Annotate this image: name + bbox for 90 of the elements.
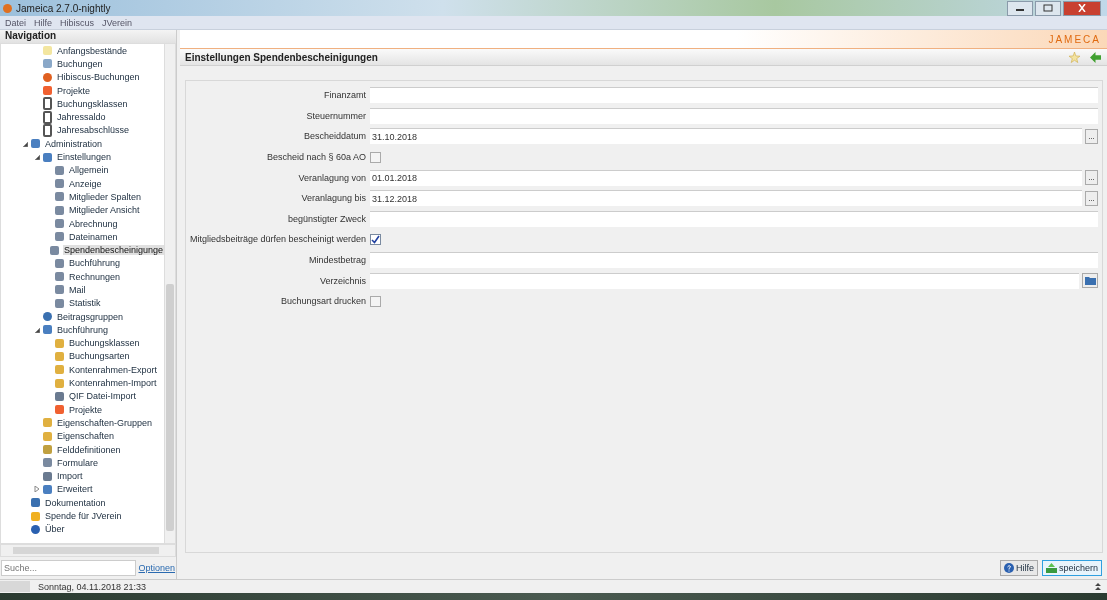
expand-icon[interactable] xyxy=(1095,583,1101,590)
field-label: Bescheiddatum xyxy=(302,131,367,142)
minimize-button[interactable] xyxy=(1007,0,1033,16)
collapse-arrow-icon[interactable] xyxy=(33,325,41,334)
tree-item[interactable]: Kontenrahmen-Export xyxy=(68,364,159,375)
field-label: begünstigter Zweck xyxy=(286,213,367,224)
tree-item[interactable]: Spende für JVerein xyxy=(44,511,123,522)
tree-item[interactable]: Abrechnung xyxy=(68,218,119,229)
input-field[interactable] xyxy=(370,252,1098,269)
input-field[interactable]: 31.10.2018 xyxy=(370,128,1082,145)
tree-item[interactable]: Eigenschaften xyxy=(56,431,116,442)
tree-item[interactable]: Jahressaldo xyxy=(56,112,107,123)
tree-item[interactable]: Rechnungen xyxy=(68,271,122,282)
input-field[interactable] xyxy=(370,272,1079,289)
close-button[interactable] xyxy=(1063,0,1101,16)
input-field[interactable] xyxy=(370,107,1098,124)
field-label: Bescheid nach § 60a AO xyxy=(265,152,367,163)
menu-item[interactable]: Hilfe xyxy=(34,17,53,28)
tree-item[interactable]: Dokumentation xyxy=(44,497,107,508)
input-field[interactable]: 31.12.2018 xyxy=(370,190,1082,207)
back-arrow-icon[interactable] xyxy=(1090,51,1101,63)
menu-item[interactable]: JVerein xyxy=(102,17,133,28)
vertical-scrollbar[interactable] xyxy=(164,44,175,543)
window-title: Jameica 2.7.0-nightly xyxy=(16,2,111,14)
tree-item[interactable]: Mail xyxy=(68,285,87,295)
tree-item[interactable]: Über xyxy=(44,524,66,535)
logo: JAMECA xyxy=(1048,33,1102,45)
tree-item[interactable]: Anzeige xyxy=(68,178,103,189)
input-field[interactable] xyxy=(370,87,1098,104)
field-label: Veranlagung bis xyxy=(300,193,367,204)
expand-arrow-icon[interactable] xyxy=(33,485,41,494)
input-field[interactable]: 01.01.2018 xyxy=(370,169,1082,186)
tree-item[interactable]: Formulare xyxy=(56,457,99,468)
maximize-icon xyxy=(1043,4,1053,12)
tree-item[interactable]: Eigenschaften-Gruppen xyxy=(56,417,154,428)
tree-item[interactable]: Import xyxy=(56,471,84,482)
tree-item[interactable]: Mitglieder Spalten xyxy=(68,191,143,202)
options-link[interactable]: Optionen xyxy=(138,563,175,573)
tree-item[interactable]: Jahresabschlüsse xyxy=(56,125,131,136)
tree-item[interactable]: Spendenbescheinigunge xyxy=(62,245,164,256)
panel-title: Einstellungen Spendenbescheinigungen xyxy=(185,51,378,63)
tree-item[interactable]: Projekte xyxy=(56,85,92,96)
tree-item[interactable]: Buchungsarten xyxy=(68,351,131,362)
horizontal-scrollbar[interactable] xyxy=(0,544,176,557)
app-icon xyxy=(3,3,12,13)
tree-item[interactable]: Buchungsklassen xyxy=(56,98,129,109)
tree-item[interactable]: Erweitert xyxy=(56,484,94,495)
field-label: Mindestbetrag xyxy=(307,255,367,266)
field-label: Buchungsart drucken xyxy=(279,296,367,307)
save-button[interactable]: speichern xyxy=(1041,560,1102,576)
tree-item[interactable]: Einstellungen xyxy=(56,152,113,162)
date-picker-button[interactable]: ... xyxy=(1085,129,1098,144)
field-label: Mitgliedsbeiträge dürfen bescheinigt werden xyxy=(188,234,367,245)
menu-item[interactable]: Hibiscus xyxy=(60,17,95,28)
checkbox[interactable] xyxy=(370,151,381,163)
panel-title: Navigation xyxy=(0,30,176,43)
date-picker-button[interactable]: ... xyxy=(1085,170,1098,186)
field-label: Verzeichnis xyxy=(318,275,367,286)
tree-item[interactable]: Buchführung xyxy=(68,258,122,269)
help-icon xyxy=(1003,563,1014,573)
tree-item[interactable]: Kontenrahmen-Import xyxy=(68,378,158,389)
tree-item[interactable]: Buchungsklassen xyxy=(68,338,141,349)
tree-item[interactable]: Anfangsbestände xyxy=(56,45,129,56)
close-icon xyxy=(1077,4,1087,12)
tree-item[interactable]: Allgemein xyxy=(68,165,110,176)
tree-item[interactable]: Beitragsgruppen xyxy=(56,311,125,322)
checkbox[interactable] xyxy=(370,233,381,245)
tree-item[interactable]: Felddefinitionen xyxy=(56,444,122,455)
search-field[interactable]: Suche... xyxy=(1,560,137,576)
field-label: Finanzamt xyxy=(322,90,367,101)
collapse-arrow-icon[interactable] xyxy=(33,153,41,161)
tree-item[interactable]: Buchführung xyxy=(56,324,110,335)
date-picker-button[interactable]: ... xyxy=(1085,190,1098,206)
checkbox[interactable] xyxy=(370,295,381,307)
tree-item[interactable]: Administration xyxy=(44,138,104,149)
help-button[interactable]: Hilfe xyxy=(999,560,1038,576)
field-label: Steuernummer xyxy=(305,110,367,121)
tree-item[interactable]: Buchungen xyxy=(56,58,104,69)
field-label: Veranlagung von xyxy=(297,172,367,183)
tree-item[interactable]: Hibiscus-Buchungen xyxy=(56,72,141,83)
tree-item[interactable]: Statistik xyxy=(68,298,102,309)
tree-item[interactable]: Mitglieder Ansicht xyxy=(68,205,141,216)
status-text: Sonntag, 04.11.2018 21:33 xyxy=(38,581,146,592)
collapse-arrow-icon[interactable] xyxy=(21,139,29,148)
menu-item[interactable]: Datei xyxy=(5,17,26,28)
tree-item[interactable]: Projekte xyxy=(68,404,104,415)
tree-item[interactable]: Dateinamen xyxy=(68,231,119,242)
tree-item[interactable]: QIF Datei-Import xyxy=(68,391,137,402)
save-icon xyxy=(1045,563,1057,573)
input-field[interactable] xyxy=(370,210,1098,227)
